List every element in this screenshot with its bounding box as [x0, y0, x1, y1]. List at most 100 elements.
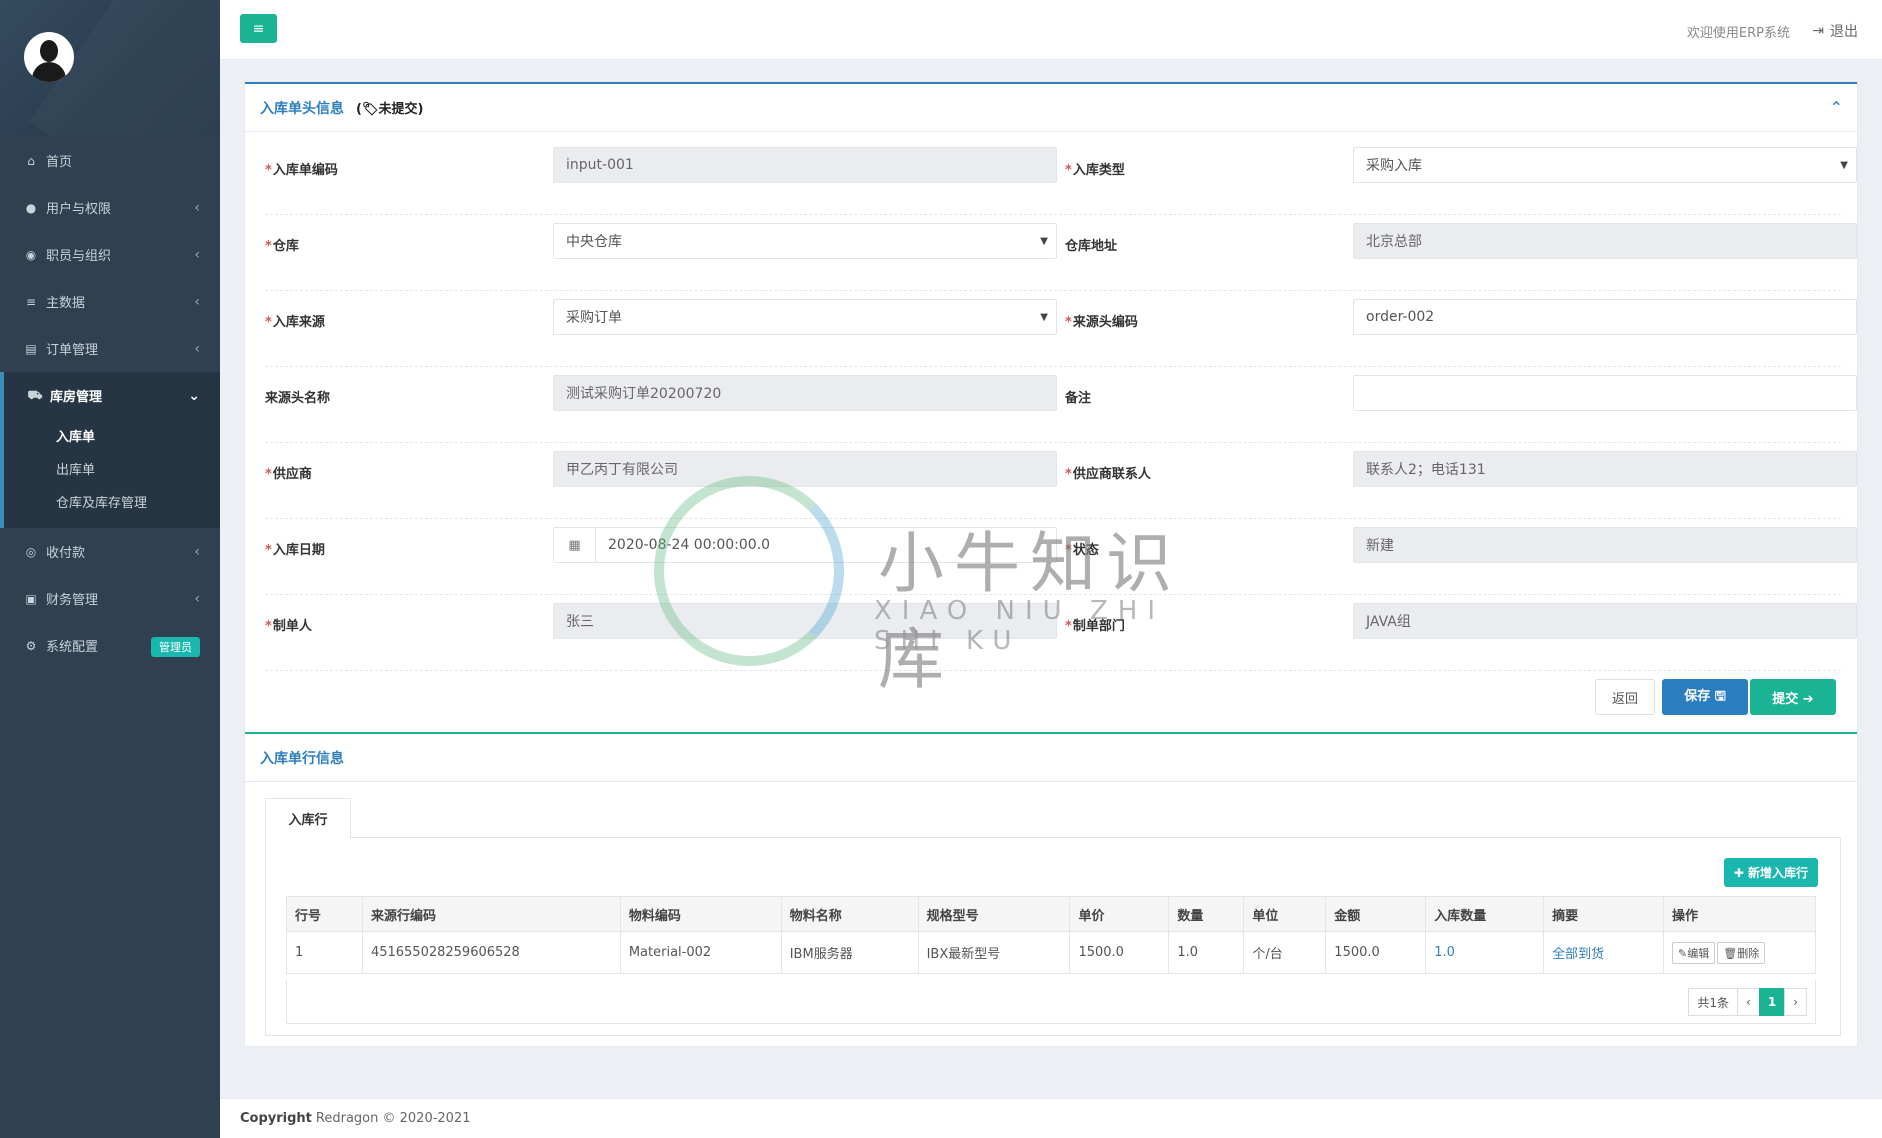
money-icon: ▣	[25, 591, 37, 606]
cell-qty: 1.0	[1168, 931, 1245, 974]
sidebar-item-orders[interactable]: ▤ 订单管理 ‹	[0, 325, 220, 372]
sidebar-nav: ⌂ 首页 ● 用户与权限 ‹ ◉ 职员与组织 ‹ ≡ 主数据 ‹ ▤ 订单管理 …	[0, 137, 220, 669]
column-header[interactable]: 单价	[1069, 896, 1170, 932]
prev-page-button[interactable]: ‹	[1737, 988, 1760, 1016]
column-header[interactable]: 物料名称	[780, 896, 919, 932]
field-label: *入库类型	[1065, 163, 1125, 178]
form-row: *入库日期 ▦ 2020-08-24 00:00:00.0 *状态 新建	[265, 519, 1857, 595]
add-line-button[interactable]: ✚ 新增入库行	[1723, 858, 1818, 887]
column-header[interactable]: 摘要	[1543, 896, 1665, 932]
delete-button[interactable]: 🗑删除	[1717, 941, 1766, 964]
save-button[interactable]: 保存 🖫	[1662, 679, 1748, 715]
tab-inbound-lines[interactable]: 入库行	[265, 798, 351, 838]
inbound-type-select[interactable]: 采购入库 ▼	[1353, 147, 1857, 183]
lines-table: 行号 来源行编码 物料编码 物料名称 规格型号 单价 数量 单位 金额 入库数量…	[286, 896, 1816, 974]
plus-icon: ✚	[1733, 865, 1744, 880]
field-label: *入库单编码	[265, 163, 338, 178]
sidebar-item-home[interactable]: ⌂ 首页	[0, 137, 220, 184]
source-code-field[interactable]: order-002	[1353, 299, 1857, 335]
sidebar-item-payments[interactable]: ◎ 收付款 ‹	[0, 528, 220, 575]
supplier-contact-field[interactable]: 联系人2；电话131	[1353, 451, 1857, 487]
field-label: *仓库	[265, 239, 299, 254]
copyright-label: Copyright	[240, 1111, 312, 1126]
user-lock-icon: ●	[25, 200, 37, 215]
edit-icon: ✎	[1678, 946, 1688, 960]
remark-field[interactable]	[1353, 375, 1857, 411]
cell-unit: 个/台	[1243, 931, 1327, 974]
table-header-row: 行号 来源行编码 物料编码 物料名称 规格型号 单价 数量 单位 金额 入库数量…	[286, 896, 1816, 932]
sidebar-subitem-inventory[interactable]: 仓库及库存管理	[4, 485, 220, 518]
truck-icon: ⛟	[27, 387, 43, 402]
column-header[interactable]: 来源行编码	[361, 896, 621, 932]
sidebar-item-master-data[interactable]: ≡ 主数据 ‹	[0, 278, 220, 325]
warehouse-select[interactable]: 中央仓库 ▼	[553, 223, 1057, 259]
field-label: *入库日期	[265, 543, 325, 558]
dept-field[interactable]: JAVA组	[1353, 603, 1857, 639]
summary-link[interactable]: 全部到货	[1552, 947, 1604, 962]
form-row: *仓库 中央仓库 ▼ 仓库地址 北京总部	[265, 215, 1857, 291]
section-title: 入库单头信息	[260, 100, 344, 117]
submit-button[interactable]: 提交 ➔	[1750, 679, 1836, 715]
cell-spec: IBX最新型号	[917, 931, 1071, 974]
chevron-left-icon: ‹	[194, 543, 200, 560]
database-icon: ≡	[25, 294, 37, 309]
sidebar-item-users[interactable]: ● 用户与权限 ‹	[0, 184, 220, 231]
menu-toggle-button[interactable]: ≡	[240, 14, 277, 43]
table-row[interactable]: 1 451655028259606528 Material-002 IBM服务器…	[286, 931, 1816, 974]
section-title: 入库单行信息	[260, 750, 344, 767]
sidebar-item-label: 用户与权限	[46, 202, 112, 217]
add-line-label: 新增入库行	[1747, 866, 1808, 880]
edit-button[interactable]: ✎编辑	[1672, 941, 1716, 964]
field-label: *供应商	[265, 467, 312, 482]
cell-source-line-code: 451655028259606528	[361, 931, 621, 974]
tab-content: ✚ 新增入库行 行号 来源行编码 物料编码 物料名称 规格型号 单价 数量 单位…	[265, 837, 1841, 1036]
sidebar-item-label: 首页	[46, 155, 73, 170]
column-header[interactable]: 数量	[1168, 896, 1245, 932]
sidebar-subitem-outbound[interactable]: 出库单	[4, 452, 220, 485]
warehouse-address-field[interactable]: 北京总部	[1353, 223, 1857, 259]
caret-down-icon: ▼	[1840, 159, 1848, 171]
select-value: 中央仓库	[566, 234, 622, 250]
inbound-code-field[interactable]: input-001	[553, 147, 1057, 183]
select-value: 采购订单	[566, 310, 622, 326]
column-header[interactable]: 规格型号	[917, 896, 1071, 932]
next-page-button[interactable]: ›	[1784, 988, 1807, 1016]
column-header[interactable]: 金额	[1325, 896, 1427, 932]
creator-field[interactable]: 张三	[553, 603, 1057, 639]
page-number-button[interactable]: 1	[1758, 988, 1786, 1016]
welcome-text: 欢迎使用ERP系统	[1686, 26, 1790, 41]
inbound-date-field[interactable]: ▦ 2020-08-24 00:00:00.0	[553, 527, 1057, 563]
sidebar-item-finance[interactable]: ▣ 财务管理 ‹	[0, 575, 220, 622]
chevron-up-icon[interactable]: ⌃	[1830, 98, 1843, 117]
cell-price: 1500.0	[1069, 931, 1170, 974]
avatar[interactable]	[24, 32, 74, 82]
field-label: *供应商联系人	[1065, 467, 1151, 482]
lines-section-title-bar: 入库单行信息	[245, 732, 1857, 782]
inbound-source-select[interactable]: 采购订单 ▼	[553, 299, 1057, 335]
sidebar-item-settings[interactable]: ⚙ 系统配置 管理员	[0, 622, 220, 669]
calendar-icon[interactable]: ▦	[554, 528, 596, 562]
inbound-qty-link[interactable]: 1.0	[1434, 945, 1455, 960]
form-row: *入库单编码 input-001 *入库类型 采购入库 ▼	[265, 139, 1857, 215]
column-header[interactable]: 行号	[286, 896, 363, 932]
logout-link[interactable]: ⇥ 退出	[1812, 21, 1858, 41]
chevron-left-icon: ‹	[194, 340, 200, 357]
copyright-text: Redragon © 2020-2021	[315, 1111, 471, 1126]
state-field[interactable]: 新建	[1353, 527, 1857, 563]
column-header[interactable]: 操作	[1663, 896, 1816, 932]
field-label: 仓库地址	[1065, 239, 1118, 254]
sidebar-item-label: 系统配置	[46, 640, 99, 655]
column-header[interactable]: 单位	[1243, 896, 1327, 932]
back-button[interactable]: 返回	[1595, 679, 1655, 715]
column-header[interactable]: 物料编码	[619, 896, 782, 932]
home-icon: ⌂	[27, 153, 35, 168]
column-header[interactable]: 入库数量	[1425, 896, 1545, 932]
supplier-field[interactable]: 甲乙丙丁有限公司	[553, 451, 1057, 487]
sidebar-item-staff[interactable]: ◉ 职员与组织 ‹	[0, 231, 220, 278]
sidebar-subitem-inbound[interactable]: 入库单	[4, 419, 220, 452]
status-tag: (🏷未提交)	[356, 102, 424, 117]
sidebar-item-warehouse[interactable]: ⛟ 库房管理 ⌄	[4, 372, 220, 419]
header-section-title-bar: 入库单头信息 (🏷未提交) ⌃	[245, 82, 1857, 132]
sidebar: ⌂ 首页 ● 用户与权限 ‹ ◉ 职员与组织 ‹ ≡ 主数据 ‹ ▤ 订单管理 …	[0, 0, 220, 1138]
source-name-field[interactable]: 测试采购订单20200720	[553, 375, 1057, 411]
